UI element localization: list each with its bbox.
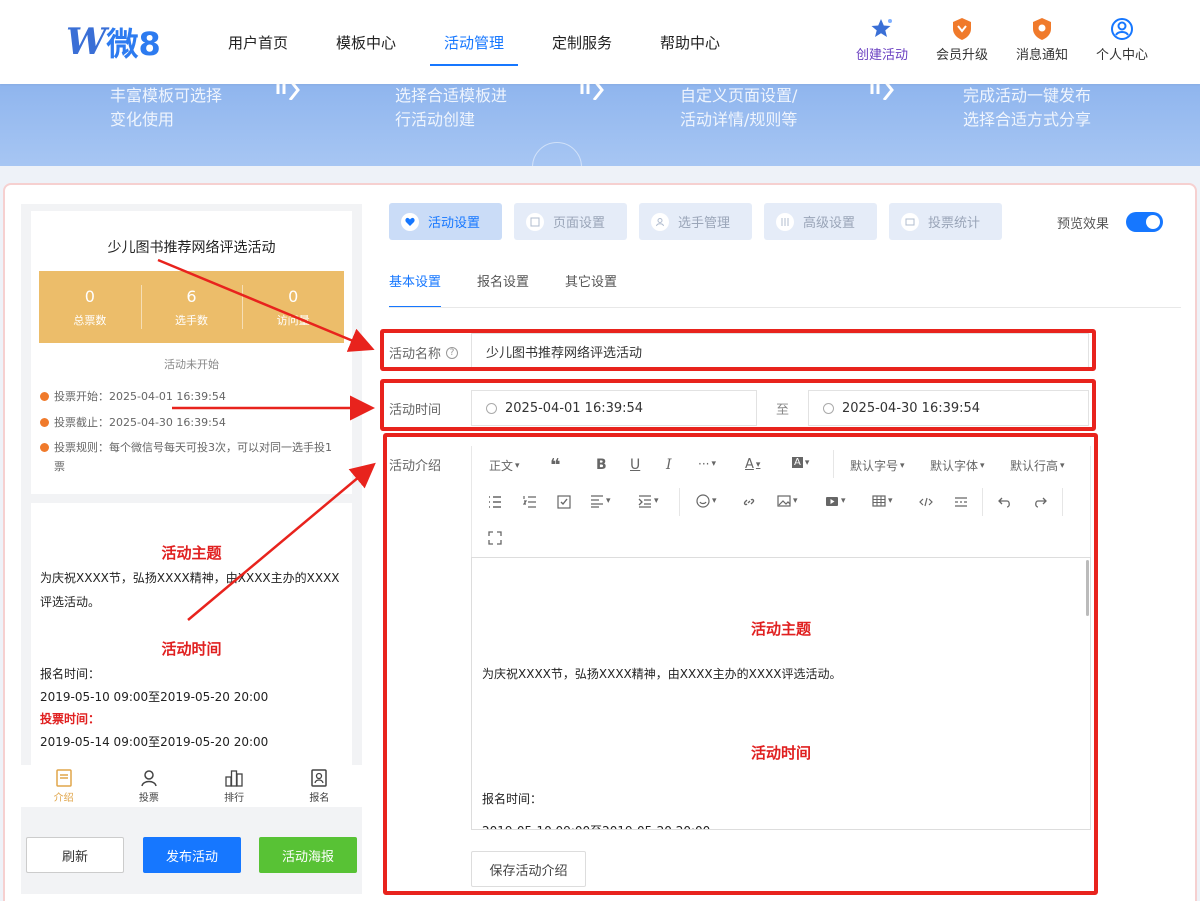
banner-step-3: 自定义页面设置/活动详情/规则等: [680, 86, 798, 129]
preview-vote-range: 2019-05-14 09:00至2019-05-20 20:00: [40, 735, 269, 749]
create-activity-label: 创建活动: [855, 48, 908, 63]
logo-text: 微8: [106, 25, 161, 63]
tab-page-settings[interactable]: 页面设置: [514, 203, 627, 240]
activity-poster-button[interactable]: 活动海报: [259, 837, 357, 873]
user-icon: [141, 769, 157, 786]
star-icon: [869, 16, 895, 42]
banner-arrow-icon: [870, 84, 894, 100]
sub-tabs-divider: [389, 307, 1181, 308]
process-banner: 丰富模板可选择 变化使用 选择合适模板进 行活动创建 自定义页面设置/活动详情/规则…: [0, 84, 1200, 166]
logo-mark: W: [66, 21, 106, 63]
preview-vote-label: 投票时间：: [40, 712, 101, 726]
preview-tab-signup[interactable]: 报名: [277, 765, 362, 807]
settings-icon: [776, 212, 794, 231]
preview-theme-text: 为庆祝XXXX节，弘扬XXXX精神，由XXXX主办的XXXX评选活动。: [40, 571, 340, 609]
activity-status: 活动未开始: [164, 358, 219, 371]
vote-end-line: 投票截止：2025-04-30 16:39:54: [40, 413, 226, 432]
banner-arrow-icon: [276, 84, 300, 100]
dot-icon: [40, 443, 49, 452]
notifications-label: 消息通知: [1015, 48, 1068, 63]
banner-step-1: 丰富模板可选择 变化使用: [110, 86, 223, 129]
stat-total-votes: 0 总票数: [73, 286, 107, 327]
vip-upgrade-label: 会员升级: [935, 48, 988, 63]
stats-icon: [901, 212, 919, 231]
highlight-activity-intro: [383, 433, 1098, 895]
personal-center-label: 个人中心: [1095, 48, 1148, 63]
tab-activity-settings[interactable]: 活动设置: [389, 203, 502, 240]
highlight-activity-name: [380, 329, 1096, 371]
user-circle-icon: [1109, 16, 1135, 42]
tab-signup-settings[interactable]: 报名设置: [477, 258, 529, 308]
create-activity-button[interactable]: 创建活动: [842, 16, 922, 63]
personal-center-button[interactable]: 个人中心: [1082, 16, 1162, 63]
preview-tab-intro[interactable]: 介绍: [21, 765, 106, 807]
preview-activity-title: 少儿图书推荐网络评选活动: [107, 240, 276, 256]
tab-other-settings[interactable]: 其它设置: [565, 258, 617, 308]
tab-basic-settings[interactable]: 基本设置: [389, 258, 442, 308]
logo[interactable]: W 微8: [66, 21, 161, 63]
dot-icon: [40, 418, 49, 427]
preview-stats: 0 总票数 6 选手数 0 访问量: [39, 271, 344, 343]
nav-custom-service[interactable]: 定制服务: [528, 0, 636, 84]
document-icon: [55, 768, 72, 787]
stat-visits: 0 访问量: [242, 271, 344, 343]
preview-time-heading: 活动时间: [161, 640, 222, 658]
publish-activity-button[interactable]: 发布活动: [143, 837, 241, 873]
header-actions: 创建活动 会员升级 消息通知 个人中心: [842, 16, 1162, 63]
vip-upgrade-button[interactable]: 会员升级: [922, 16, 1002, 63]
nav-help-center[interactable]: 帮助中心: [636, 0, 744, 84]
highlight-activity-time: [380, 379, 1096, 431]
preview-signup-range: 2019-05-10 09:00至2019-05-20 20:00: [40, 690, 269, 704]
top-header: W 微8 用户首页 模板中心 活动管理 定制服务 帮助中心 创建活动 会员升级 …: [0, 0, 1200, 84]
settings-main-tabs: 活动设置 页面设置 选手管理 高级设置 投票统计: [389, 203, 1014, 240]
preview-effect-label: 预览效果: [1057, 217, 1110, 232]
vote-start-line: 投票开始：2025-04-01 16:39:54: [40, 387, 226, 406]
signup-icon: [311, 768, 328, 787]
dot-icon: [40, 392, 49, 401]
heart-icon: [401, 212, 419, 231]
nav-template-center[interactable]: 模板中心: [312, 0, 420, 84]
vip-badge-icon: [949, 16, 975, 42]
banner-decoration: [532, 142, 582, 166]
preview-effect-toggle[interactable]: [1126, 212, 1163, 232]
banner-step-4: 完成活动一键发布 选择合适方式分享: [963, 86, 1092, 129]
banner-step-2: 选择合适模板进 行活动创建: [395, 86, 508, 129]
nav-user-home[interactable]: 用户首页: [204, 0, 312, 84]
notifications-button[interactable]: 消息通知: [1002, 16, 1082, 63]
nav-activity-management[interactable]: 活动管理: [420, 0, 528, 84]
preview-intro-card: 活动主题 为庆祝XXXX节，弘扬XXXX精神，由XXXX主办的XXXX评选活动。…: [31, 503, 352, 765]
user-icon: [651, 212, 669, 231]
tab-contestant-management[interactable]: 选手管理: [639, 203, 752, 240]
preview-tab-ranking[interactable]: 排行: [192, 765, 277, 807]
stat-contestants: 6 选手数: [140, 271, 243, 343]
tab-advanced-settings[interactable]: 高级设置: [764, 203, 877, 240]
preview-bottom-tabs: 介绍 投票 排行 报名: [21, 765, 362, 807]
preview-theme-heading: 活动主题: [161, 544, 222, 562]
page-icon: [526, 212, 544, 231]
settings-sub-tabs: 基本设置 报名设置 其它设置: [389, 258, 653, 308]
refresh-button[interactable]: 刷新: [26, 837, 124, 873]
preview-summary-card: 少儿图书推荐网络评选活动 0 总票数 6 选手数 0 访问量 活动未开始 投票开…: [31, 211, 352, 494]
preview-signup-label: 报名时间：: [40, 667, 101, 681]
bell-badge-icon: [1029, 16, 1055, 42]
tab-vote-statistics[interactable]: 投票统计: [889, 203, 1002, 240]
preview-tab-vote[interactable]: 投票: [106, 765, 191, 807]
ranking-icon: [225, 769, 243, 787]
banner-arrow-icon: [580, 84, 604, 100]
vote-rule-line: 投票规则：每个微信号每天可投3次，可以对同一选手投1票: [40, 438, 340, 476]
main-nav: 用户首页 模板中心 活动管理 定制服务 帮助中心: [204, 0, 744, 84]
